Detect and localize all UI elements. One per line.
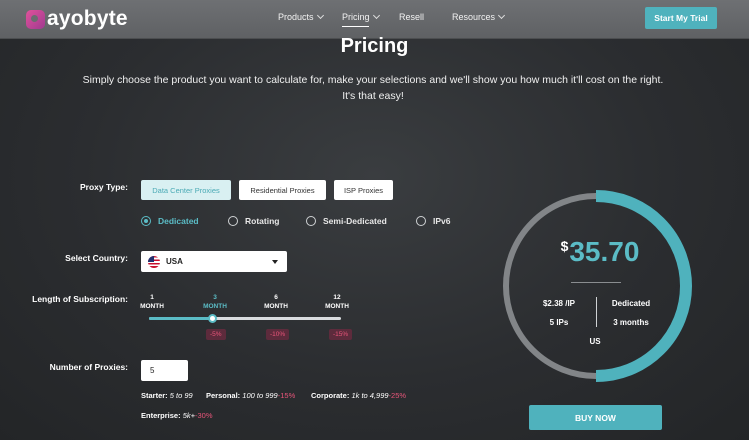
- tier-name: Personal:: [206, 391, 241, 400]
- nav-resell[interactable]: Resell: [399, 12, 424, 22]
- price-amount: 35.70: [569, 236, 640, 267]
- buy-now-button[interactable]: BUY NOW: [529, 405, 662, 430]
- month-option-1[interactable]: 1 MONTH: [132, 293, 172, 311]
- summary-country: US: [589, 337, 601, 346]
- proxy-type-datacenter-button[interactable]: Data Center Proxies: [141, 180, 231, 200]
- radio-empty-icon: [416, 216, 426, 226]
- radio-dedicated[interactable]: Dedicated: [141, 216, 199, 226]
- subscription-slider-fill: [149, 317, 213, 320]
- tier-discount: -30%: [195, 411, 213, 420]
- nav-active-underline: [342, 26, 369, 27]
- tier-starter: Starter: 5 to 99: [141, 391, 193, 400]
- page-title: Pricing: [340, 35, 409, 57]
- month-unit: MONTH: [325, 303, 349, 310]
- month-option-12[interactable]: 12 MONTH: [317, 293, 357, 311]
- month-value: 6: [274, 294, 278, 301]
- tier-discount: -15%: [277, 391, 296, 400]
- radio-dedicated-label: Dedicated: [158, 216, 199, 226]
- discount-tag-6-month: -10%: [266, 329, 290, 340]
- month-unit: MONTH: [203, 303, 227, 310]
- tier-range: 100 to 999: [242, 391, 278, 400]
- nav-resources[interactable]: Resources: [452, 11, 506, 22]
- month-unit: MONTH: [264, 303, 288, 310]
- radio-semi-dedicated[interactable]: Semi-Dedicated: [306, 216, 387, 226]
- radio-rotating-label: Rotating: [245, 216, 280, 226]
- price-ring: [503, 190, 692, 382]
- us-flag-icon: [148, 255, 160, 268]
- month-option-3[interactable]: 3 MONTH: [195, 293, 235, 311]
- quantity-label: Number of Proxies:: [49, 362, 128, 372]
- radio-semi-dedicated-label: Semi-Dedicated: [323, 216, 387, 226]
- subscription-slider-handle[interactable]: [208, 314, 218, 323]
- country-select[interactable]: USA: [141, 251, 287, 272]
- chevron-down-icon: [497, 11, 506, 20]
- radio-rotating[interactable]: Rotating: [228, 216, 279, 226]
- tier-name: Enterprise:: [141, 411, 181, 420]
- ip-count: 5 IPs: [549, 318, 569, 327]
- proxy-type-residential-button[interactable]: Residential Proxies: [239, 180, 326, 200]
- proxy-type-isp-button[interactable]: ISP Proxies: [334, 180, 393, 200]
- start-trial-button[interactable]: Start My Trial: [645, 7, 717, 29]
- month-value: 1: [150, 294, 154, 301]
- tier-enterprise: Enterprise: 5k+-30%: [141, 411, 213, 420]
- country-value: USA: [166, 257, 183, 266]
- month-value: 3: [213, 294, 217, 301]
- tier-discount: -25%: [388, 391, 407, 400]
- tier-range: 5 to 99: [169, 391, 193, 400]
- chevron-down-icon: [372, 11, 380, 20]
- currency-symbol: $: [560, 238, 569, 254]
- radio-empty-icon: [306, 216, 316, 226]
- nav-pricing-label: Pricing: [342, 12, 370, 22]
- caret-down-icon: [272, 260, 278, 264]
- month-unit: MONTH: [140, 303, 164, 310]
- tier-range: 1k to 4,999: [351, 391, 389, 400]
- price-divider: [571, 282, 621, 283]
- price-per-ip: $2.38 /IP: [542, 299, 576, 308]
- tier-corporate: Corporate: 1k to 4,999-25%: [311, 391, 406, 400]
- nav-resources-label: Resources: [452, 12, 496, 22]
- summary-duration: 3 months: [613, 318, 649, 327]
- proxy-type-label: Proxy Type:: [79, 182, 128, 192]
- logo[interactable]: ayobyte: [26, 7, 128, 31]
- page-subtitle: Simply choose the product you want to ca…: [82, 74, 664, 102]
- summary-proxy-type: Dedicated: [611, 299, 651, 308]
- radio-selected-icon: [141, 216, 151, 226]
- discount-tag-3-month: -5%: [206, 329, 226, 340]
- subscription-label: Length of Subscription:: [32, 294, 128, 304]
- month-value: 12: [333, 294, 341, 301]
- total-price: $35.70: [530, 236, 670, 268]
- tier-name: Starter:: [141, 391, 168, 400]
- nav-products[interactable]: Products: [278, 11, 324, 22]
- radio-ipv6-label: IPv6: [433, 216, 451, 226]
- radio-ipv6[interactable]: IPv6: [416, 216, 451, 226]
- tier-name: Corporate:: [311, 391, 350, 400]
- discount-tag-12-month: -15%: [329, 329, 353, 340]
- price-ring-progress: [595, 190, 692, 382]
- chevron-down-icon: [316, 11, 324, 20]
- proxy-quantity-input[interactable]: 5: [141, 360, 188, 381]
- nav-pricing[interactable]: Pricing: [342, 11, 380, 22]
- radio-empty-icon: [228, 216, 238, 226]
- top-navbar: ayobyte Products Pricing Resell Resource…: [0, 0, 749, 39]
- nav-products-label: Products: [278, 12, 314, 22]
- tier-personal: Personal: 100 to 999-15%: [206, 391, 295, 400]
- nav-resell-label: Resell: [399, 12, 425, 22]
- logo-text: ayobyte: [47, 7, 128, 30]
- tier-range: 5k+: [182, 411, 196, 420]
- month-option-6[interactable]: 6 MONTH: [256, 293, 296, 311]
- country-label: Select Country:: [65, 253, 128, 263]
- brand-mark-icon: [26, 9, 45, 29]
